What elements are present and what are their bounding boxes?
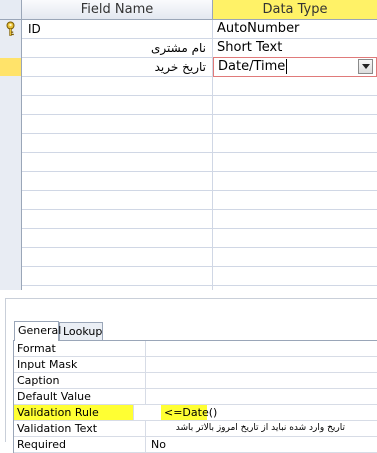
data-type-value: Date/Time [218,59,286,74]
validation-text-value[interactable]: تاریخ وارد شده نباید از تاریخ امروز بالا… [149,421,345,436]
row-selector-customer-name[interactable] [0,39,21,57]
table-row[interactable]: ID AutoNumber [22,20,377,38]
tab-lookup[interactable]: Lookup [59,322,103,340]
property-row-format[interactable]: Format [14,341,377,357]
property-row-validation-rule[interactable]: Validation Rule <=Date() [14,405,377,421]
field-name-cell[interactable]: نام مشتری [22,39,212,57]
property-label: Validation Rule [14,405,134,420]
table-row[interactable]: نام مشتری Short Text [22,39,377,57]
data-type-select[interactable]: Date/Time [213,57,377,77]
property-row-input-mask[interactable]: Input Mask [14,357,377,373]
property-label: Validation Text [14,421,146,436]
data-type-cell[interactable]: AutoNumber [213,20,377,38]
row-selector-purchase-date[interactable] [0,58,21,76]
row-selector-id[interactable] [0,20,21,38]
field-name-header[interactable]: Field Name [22,0,213,20]
row-selector-header[interactable] [0,0,22,20]
property-row-validation-text[interactable]: Validation Text تاریخ وارد شده نباید از … [14,421,377,437]
chevron-down-icon [362,64,370,69]
property-label: Default Value [14,389,146,404]
properties-table: Format Input Mask Caption Default Value … [13,340,377,453]
data-type-header[interactable]: Data Type [213,0,377,20]
property-row-caption[interactable]: Caption [14,373,377,389]
property-label: Required [14,437,146,452]
key-icon [6,21,15,36]
table-row[interactable]: تاریخ خرید Date/Time [22,57,377,77]
property-label: Format [14,341,146,356]
property-row-required[interactable]: Required No [14,437,377,453]
field-name-cell[interactable]: تاریخ خرید [22,58,212,76]
data-type-cell[interactable]: Short Text [213,39,377,57]
property-label: Caption [14,373,146,388]
property-value[interactable] [148,389,377,404]
field-properties-pane: General Lookup Format Input Mask Caption… [0,298,377,453]
table-design-grid: Field Name Data Type ID AutoNumber نام م… [0,0,377,290]
property-value[interactable] [148,341,377,356]
dropdown-button[interactable] [358,59,373,74]
property-row-default-value[interactable]: Default Value [14,389,377,405]
field-name-cell[interactable]: ID [22,20,212,38]
property-value[interactable]: No [148,437,377,452]
validation-rule-value[interactable]: <=Date() [161,405,217,420]
property-value[interactable] [148,357,377,372]
row-selector-column [0,20,22,290]
tab-general[interactable]: General [14,321,61,341]
property-label: Input Mask [14,357,146,372]
property-value[interactable] [148,373,377,388]
text-cursor [286,59,288,74]
